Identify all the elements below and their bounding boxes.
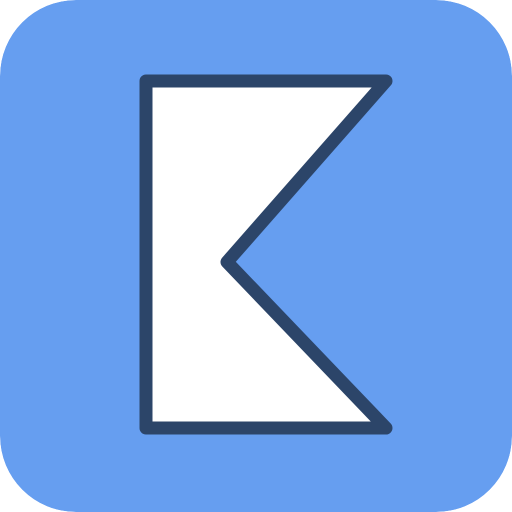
app-icon[interactable] — [0, 0, 512, 512]
logo-svg — [0, 0, 512, 512]
